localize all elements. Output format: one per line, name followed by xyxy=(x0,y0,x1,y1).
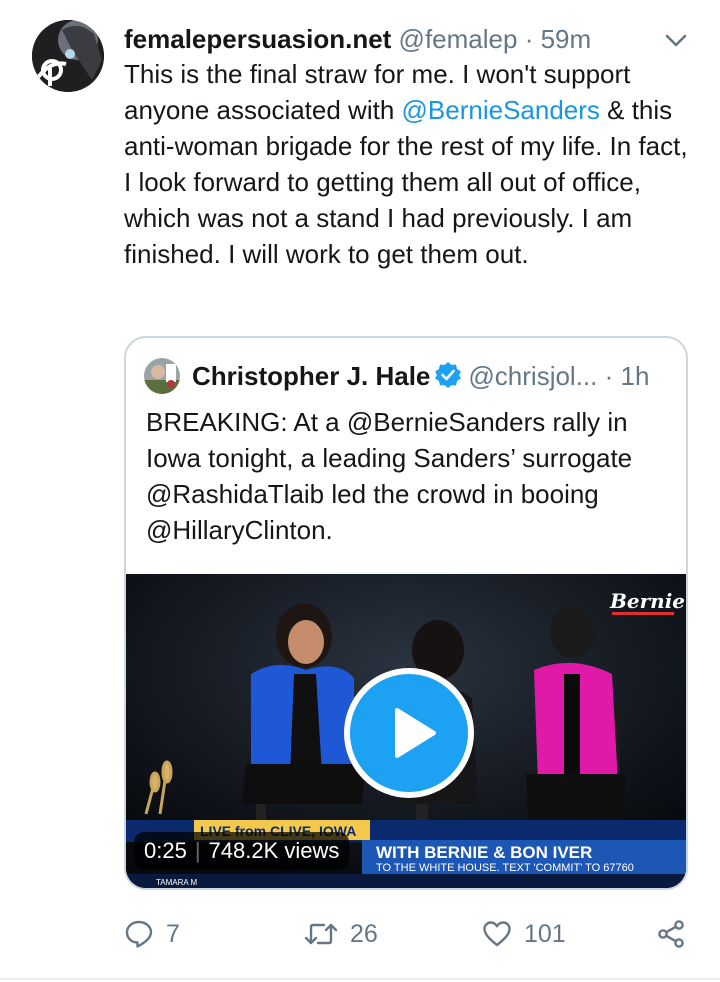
quoted-tweet-text: BREAKING: At a @BernieSanders rally in I… xyxy=(146,407,633,545)
retweet-icon xyxy=(304,923,338,945)
video-duration: 0:25 xyxy=(144,838,187,863)
video-stats-badge: 0:25 | 748.2K views xyxy=(134,832,350,870)
tweet-header: femalepersuasion.net @femalep · 59m xyxy=(124,22,690,56)
video-view-count: 748.2K views xyxy=(208,838,340,863)
mention-link-berniesanders[interactable]: @BernieSanders xyxy=(402,95,600,125)
quoted-tweet-card[interactable]: Christopher J. Hale @chrisjol... · 1h BR… xyxy=(124,336,688,890)
video-player[interactable]: Bernie LIVE from CLIVE, IOWA WITH BERNIE… xyxy=(126,574,686,888)
author-display-name[interactable]: femalepersuasion.net xyxy=(124,24,391,54)
chevron-down-icon[interactable] xyxy=(662,26,690,54)
retweet-button[interactable]: 26 xyxy=(304,912,378,956)
heart-icon xyxy=(483,921,511,947)
like-button[interactable]: 101 xyxy=(482,912,566,956)
reply-icon xyxy=(125,920,153,948)
quoted-author-avatar xyxy=(144,358,180,394)
tweet-divider xyxy=(0,978,720,980)
tweet-text: This is the final straw for me. I won't … xyxy=(124,56,694,272)
tweet-action-bar: 7 26 101 xyxy=(124,912,694,956)
quoted-tweet-header: Christopher J. Hale @chrisjol... · 1h xyxy=(192,356,670,396)
header-separator: · xyxy=(524,24,534,54)
avatar-image xyxy=(32,20,104,92)
quoted-header-separator: · xyxy=(604,361,614,391)
author-handle[interactable]: @femalep xyxy=(399,24,518,54)
tweet-timestamp[interactable]: 59m xyxy=(541,24,592,54)
banner-name: TAMARA M xyxy=(156,878,198,887)
share-button[interactable] xyxy=(656,912,686,956)
retweet-count: 26 xyxy=(350,919,378,948)
reply-count: 7 xyxy=(166,919,180,948)
video-logo: Bernie xyxy=(609,589,685,613)
verified-badge-icon xyxy=(435,362,462,388)
quoted-author-display-name: Christopher J. Hale xyxy=(192,361,431,391)
like-count: 101 xyxy=(524,919,566,948)
quoted-tweet-timestamp: 1h xyxy=(620,361,650,391)
reply-button[interactable]: 7 xyxy=(124,912,180,956)
banner-headline: WITH BERNIE & BON IVER xyxy=(376,843,592,862)
profile-avatar[interactable] xyxy=(32,20,104,92)
quoted-author-handle: @chrisjol... xyxy=(468,361,598,391)
banner-ticker: TO THE WHITE HOUSE. TEXT 'COMMIT' TO 677… xyxy=(376,862,634,874)
play-icon xyxy=(395,708,436,758)
play-button[interactable] xyxy=(344,668,474,798)
share-icon xyxy=(658,920,684,948)
